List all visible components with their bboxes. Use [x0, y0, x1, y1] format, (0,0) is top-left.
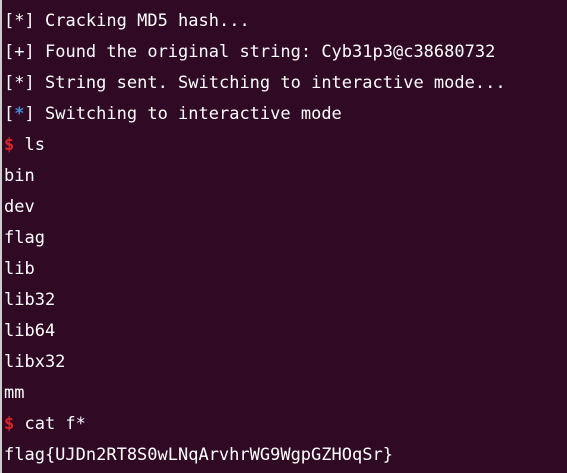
output-line: lib64 [4, 321, 56, 341]
command-text: cat f* [14, 414, 86, 434]
window-edge [0, 0, 2, 473]
output-line: flag [4, 228, 45, 248]
command-text: ls [14, 135, 45, 155]
flag-output-line: flag{UJDn2RT8S0wLNqArvhrWG9WgpGZHOqSr} [4, 445, 393, 465]
terminal-window[interactable]: [*] Cracking MD5 hash... [+] Found the o… [0, 0, 567, 473]
command-line-cat: $ cat f* [0, 409, 567, 440]
command-line-ls: $ ls [0, 130, 567, 161]
info-star: * [14, 104, 25, 124]
output-line: mm [4, 383, 25, 403]
output-line: dev [4, 197, 35, 217]
log-line-found: [+] Found the original string: Cyb31p3@c… [4, 42, 496, 62]
output-line: lib32 [4, 290, 56, 310]
log-line-interactive: [*] Switching to interactive mode [4, 104, 342, 124]
output-line: libx32 [4, 352, 66, 372]
output-line: lib [4, 259, 35, 279]
prompt-symbol: $ [4, 135, 15, 155]
output-line: bin [4, 166, 35, 186]
log-line-sent: [*] String sent. Switching to interactiv… [4, 73, 506, 93]
log-line-cracking: [*] Cracking MD5 hash... [4, 11, 250, 31]
prompt-symbol: $ [4, 414, 15, 434]
